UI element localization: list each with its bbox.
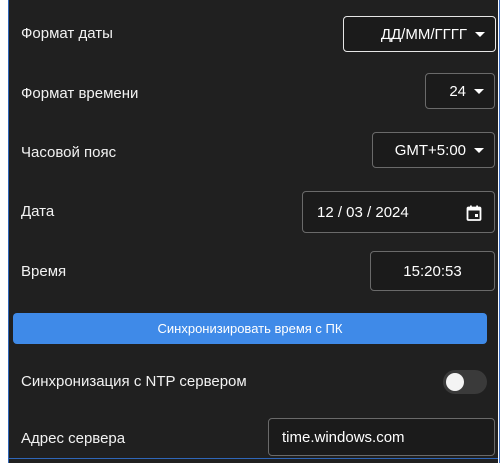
chevron-down-icon xyxy=(474,148,484,153)
ntp-sync-label: Синхронизация с NTP сервером xyxy=(21,373,247,390)
time-format-value: 24 xyxy=(449,82,466,100)
chevron-down-icon xyxy=(474,89,484,94)
server-address-input[interactable]: time.windows.com xyxy=(268,418,495,456)
server-address-value: time.windows.com xyxy=(282,428,405,446)
toggle-knob xyxy=(446,373,464,391)
timezone-value: GMT+5:00 xyxy=(394,141,466,159)
time-label: Время xyxy=(21,263,67,280)
time-format-select[interactable]: 24 xyxy=(425,73,495,109)
time-value: 15:20:53 xyxy=(403,262,462,280)
time-settings-panel: Формат даты ДД/ММ/ГГГГ Формат времени 24… xyxy=(8,0,498,463)
date-value: 12 / 03 / 2024 xyxy=(317,203,409,221)
date-label: Дата xyxy=(21,203,55,220)
timezone-select[interactable]: GMT+5:00 xyxy=(372,132,495,168)
date-format-select[interactable]: ДД/ММ/ГГГГ xyxy=(343,16,496,52)
timezone-label: Часовой пояс xyxy=(21,144,117,161)
date-format-label: Формат даты xyxy=(21,25,113,42)
frame-bottom-border xyxy=(8,458,498,459)
server-address-label: Адрес сервера xyxy=(21,430,126,447)
time-format-label: Формат времени xyxy=(21,85,139,102)
time-input[interactable]: 15:20:53 xyxy=(370,251,495,291)
date-format-value: ДД/ММ/ГГГГ xyxy=(380,25,467,43)
sync-time-with-pc-button[interactable]: Синхронизировать время с ПК xyxy=(13,313,487,344)
calendar-icon[interactable] xyxy=(466,205,482,221)
chevron-down-icon xyxy=(475,32,485,37)
frame-left-border xyxy=(8,0,9,463)
ntp-sync-toggle[interactable] xyxy=(443,370,487,394)
frame-right-border xyxy=(499,0,500,463)
date-input[interactable]: 12 / 03 / 2024 xyxy=(302,191,495,233)
